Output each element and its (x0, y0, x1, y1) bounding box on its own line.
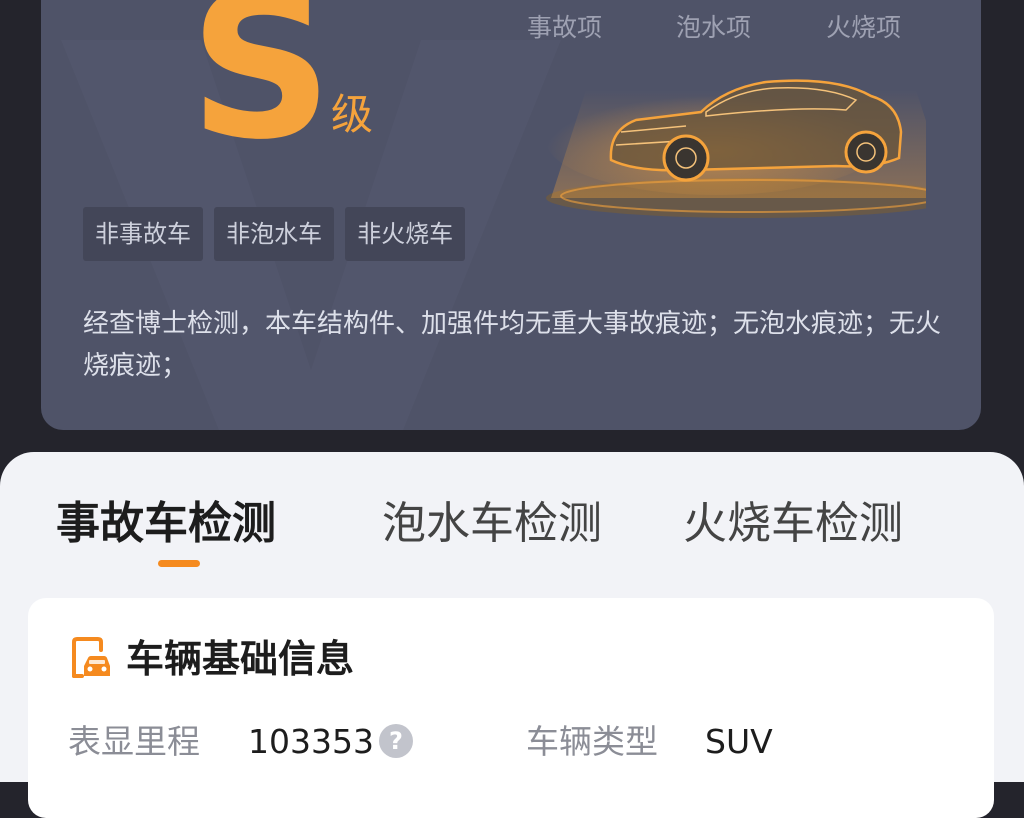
detail-sheet: 事故车检测 泡水车检测 火烧车检测 车辆基础信息 表显里程 103353 ? 车… (0, 452, 1024, 818)
vehicle-type-label: 车辆类型 (526, 722, 658, 761)
basic-info-card: 车辆基础信息 表显里程 103353 ? 车辆类型 SUV (28, 598, 994, 818)
mileage-label: 表显里程 (68, 722, 200, 761)
vehicle-type-value: SUV (705, 722, 773, 761)
tab-flood-inspection[interactable]: 泡水车检测 (382, 494, 602, 554)
tab-fire-inspection[interactable]: 火烧车检测 (683, 494, 903, 554)
car-illustration (546, 79, 926, 218)
inspection-summary-card: S 级 事故项 泡水项 火烧项 非事故车 非泡水车 非火烧车 经查博士检测，本车… (41, 0, 981, 430)
mileage-value: 103353 (248, 722, 374, 761)
tag-non-accident: 非事故车 (83, 207, 203, 261)
check-item-fire: 火烧项 (826, 13, 902, 42)
tab-accident-inspection[interactable]: 事故车检测 (56, 494, 276, 554)
tag-non-flood: 非泡水车 (214, 207, 335, 261)
basic-info-title: 车辆基础信息 (126, 637, 355, 681)
tag-non-fire: 非火烧车 (345, 207, 466, 261)
grade-letter: S (189, 0, 334, 184)
active-tab-indicator (158, 560, 200, 567)
inspection-description: 经查博士检测，本车结构件、加强件均无重大事故痕迹；无泡水痕迹；无火烧痕迹； (83, 309, 942, 381)
check-items: 事故项 泡水项 火烧项 (521, 8, 941, 48)
car-document-icon (72, 637, 110, 678)
status-tags: 非事故车 非泡水车 非火烧车 (83, 207, 471, 261)
check-item-accident: 事故项 (527, 13, 603, 42)
grade-suffix: 级 (331, 90, 374, 139)
help-icon[interactable]: ? (379, 724, 413, 758)
check-item-flood: 泡水项 (676, 13, 752, 42)
